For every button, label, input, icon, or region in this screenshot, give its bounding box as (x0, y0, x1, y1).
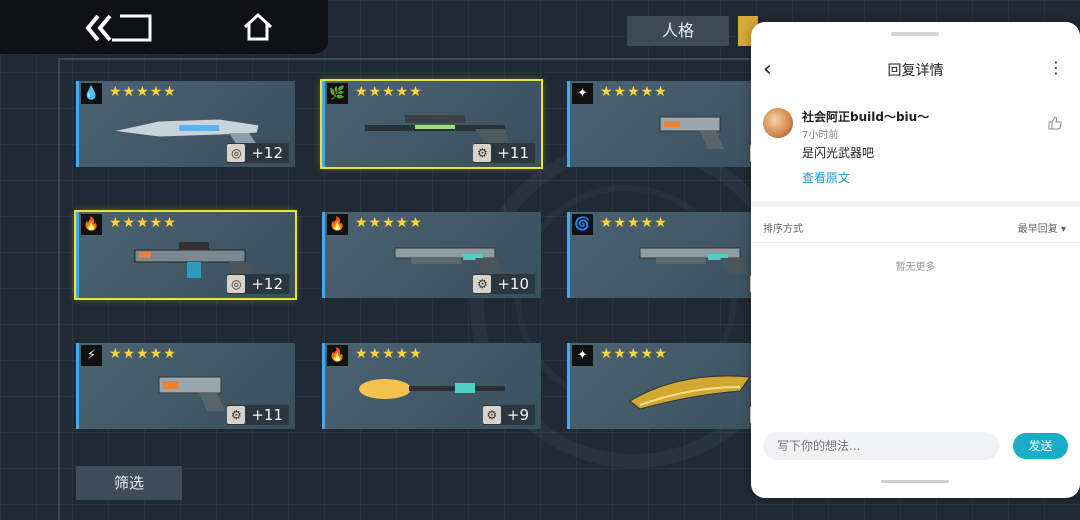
more-icon[interactable]: ⋮ (1048, 58, 1064, 77)
divider (751, 242, 1080, 243)
refine-level: ⚙ +9 (482, 405, 535, 425)
home-indicator (881, 480, 949, 483)
sparkle-icon: ✦ (572, 345, 593, 366)
refine-level: ◎ +12 (227, 274, 289, 294)
gear-icon: ⚙ (227, 406, 246, 424)
weapon-card[interactable]: 🔥 ★★★★★ ⚙ +9 (322, 343, 541, 429)
empty-state-text: 暂无更多 (895, 262, 936, 273)
rarity-stars: ★★★★★ (109, 346, 177, 362)
fire-icon: 🔥 (81, 214, 102, 235)
filter-button[interactable]: 筛选 (76, 466, 182, 500)
avatar[interactable] (763, 108, 793, 138)
swirl-icon: ◎ (227, 144, 246, 162)
thumbs-up-icon[interactable] (1048, 116, 1062, 130)
home-button[interactable] (242, 12, 274, 42)
comment-content: 是闪光武器吧 (802, 146, 875, 160)
top-nav-bar (0, 0, 328, 54)
back-button[interactable] (84, 12, 156, 44)
rarity-stars: ★★★★★ (355, 346, 423, 362)
view-original-link[interactable]: 查看原文 (802, 169, 850, 186)
home-icon (243, 12, 273, 41)
rarity-stars: ★★★★★ (600, 346, 668, 362)
gear-icon: ⚙ (473, 144, 492, 162)
refine-level: ⚙ +10 (473, 274, 535, 294)
comment-username[interactable]: 社会阿正build～biu～ (802, 108, 929, 125)
fire-icon: 🔥 (327, 345, 348, 366)
water-drop-icon: 💧 (81, 83, 102, 104)
rarity-stars: ★★★★★ (355, 215, 423, 231)
sort-dropdown[interactable]: 最早回复 ▾ (1018, 220, 1066, 235)
lightning-icon: ⚡ (81, 345, 102, 366)
gear-icon: ⚙ (473, 275, 492, 293)
weapon-card[interactable]: 💧 ★★★★★ ◎ +12 (76, 81, 295, 167)
sort-label: 排序方式 (763, 224, 803, 235)
panel-title: 回复详情 (887, 63, 944, 79)
rarity-stars: ★★★★★ (600, 84, 668, 100)
refine-level: ◎ +12 (227, 143, 289, 163)
spiral-icon: 🌀 (572, 214, 593, 235)
divider (751, 201, 1080, 207)
drag-handle[interactable] (891, 32, 939, 36)
send-button[interactable]: 发送 (1013, 433, 1068, 459)
shotgun-icon (639, 247, 748, 274)
swirl-icon: ◎ (227, 275, 246, 293)
rarity-stars: ★★★★★ (355, 84, 423, 100)
tab-personality[interactable]: 人格 (627, 16, 729, 46)
comment-time: 7小时前 (802, 130, 839, 141)
weapon-card[interactable]: ⚡ ★★★★★ ⚙ +11 (76, 343, 295, 429)
gear-icon: ⚙ (482, 406, 501, 424)
rarity-stars: ★★★★★ (109, 84, 177, 100)
double-chevron-left-icon (85, 14, 152, 42)
leaf-icon: 🌿 (327, 83, 348, 104)
fire-icon: 🔥 (327, 214, 348, 235)
blade-icon (629, 375, 751, 410)
pistol-icon (659, 116, 724, 149)
rarity-stars: ★★★★★ (109, 215, 177, 231)
reply-input[interactable] (763, 432, 999, 460)
reply-detail-panel: ‹ 回复详情 ⋮ 社会阿正build～biu～ 7小时前 是闪光武器吧 查看原文… (751, 22, 1080, 498)
weapon-card[interactable]: 🔥 ★★★★★ ⚙ +10 (322, 212, 541, 298)
refine-level: ⚙ +11 (473, 143, 535, 163)
refine-level: ⚙ +11 (227, 405, 289, 425)
rarity-stars: ★★★★★ (600, 215, 668, 231)
weapon-card[interactable]: 🌿 ★★★★★ ⚙ +11 (320, 79, 543, 169)
sparkle-icon: ✦ (572, 83, 593, 104)
weapon-card[interactable]: 🔥 ★★★★★ ◎ +12 (74, 210, 297, 300)
